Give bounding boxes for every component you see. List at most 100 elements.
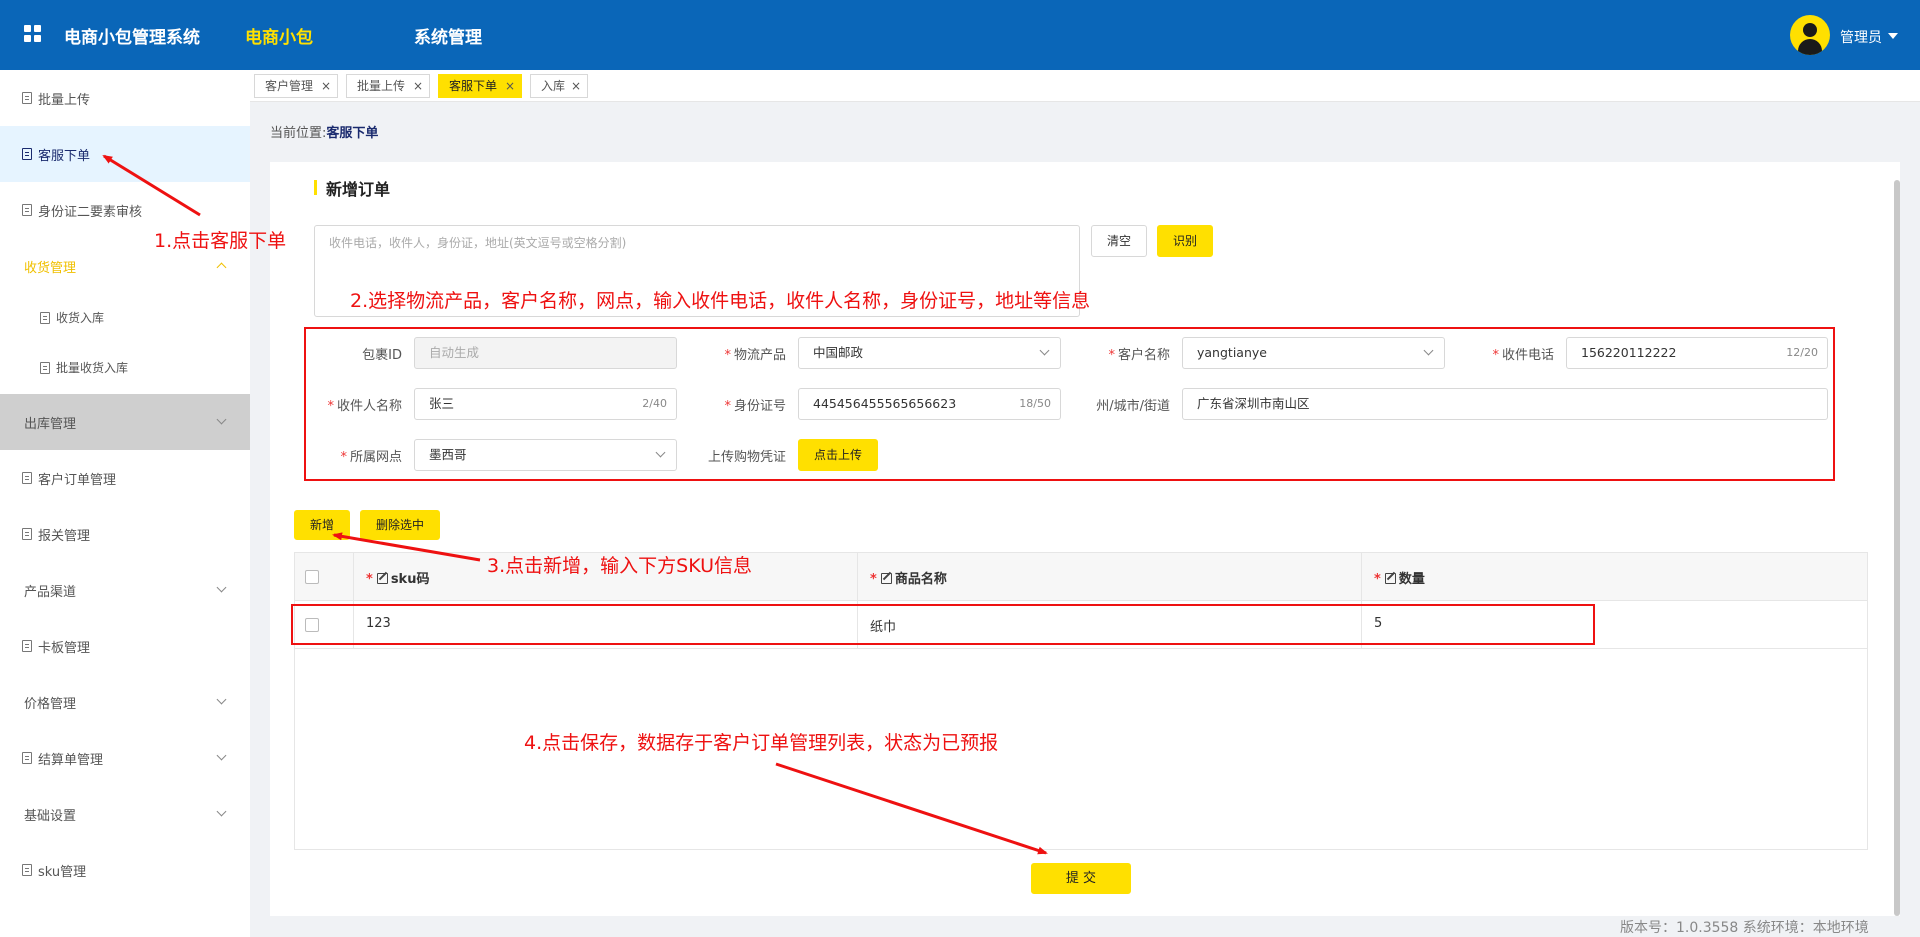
user-name[interactable]: 管理员	[1840, 27, 1882, 47]
tab-inbound[interactable]: 入库 ×	[530, 74, 588, 98]
close-icon[interactable]: ×	[505, 75, 515, 97]
sidebar-item-customer-orders[interactable]: 客户订单管理	[0, 450, 250, 506]
chevron-up-icon	[216, 262, 227, 273]
required-mark: *	[327, 399, 334, 414]
nav-system[interactable]: 系统管理	[414, 23, 482, 48]
version-footer: 版本号：1.0.3558 系统环境：本地环境	[1620, 920, 1869, 936]
close-icon[interactable]: ×	[321, 75, 331, 97]
required-mark: *	[724, 399, 731, 414]
delete-selected-button[interactable]: 删除选中	[360, 510, 440, 540]
row-checkbox[interactable]	[305, 618, 319, 632]
chevron-down-icon	[216, 414, 227, 425]
close-icon[interactable]: ×	[571, 75, 581, 97]
sidebar-group-outbound[interactable]: 出库管理	[0, 394, 250, 450]
sidebar-item-label: 收货入库	[56, 311, 105, 325]
select-value: 墨西哥	[429, 447, 467, 462]
id-number-input[interactable]: 445456455565656623 18/50	[798, 388, 1061, 420]
input-value: 广东省深圳市南山区	[1197, 396, 1310, 411]
label-text: 物流产品	[733, 348, 786, 363]
required-mark: *	[340, 450, 347, 465]
breadcrumb-prefix: 当前位置:	[270, 126, 327, 141]
add-sku-button[interactable]: 新增	[294, 510, 350, 540]
label-text: 所属网点	[349, 450, 402, 465]
sidebar-item-batch-upload[interactable]: 批量上传	[0, 70, 250, 126]
recognize-button[interactable]: 识别	[1157, 225, 1213, 257]
sidebar-item-pallet[interactable]: 卡板管理	[0, 618, 250, 674]
edit-icon	[376, 573, 388, 584]
user-avatar-icon[interactable]	[1790, 15, 1830, 55]
recipient-input[interactable]: 张三 2/40	[414, 388, 677, 420]
label-text: 身份证号	[733, 399, 786, 414]
breadcrumb-current: 客服下单	[326, 126, 379, 141]
app-grid-icon[interactable]	[24, 25, 42, 43]
product-select[interactable]: 中国邮政	[798, 337, 1061, 369]
scrollbar[interactable]	[1894, 180, 1900, 916]
table-row[interactable]: 123 纸巾 5	[295, 601, 1867, 649]
edit-icon	[22, 752, 32, 764]
document-icon	[40, 362, 50, 374]
sidebar-group-price[interactable]: 价格管理	[0, 674, 250, 730]
submit-button[interactable]: 提 交	[1031, 863, 1131, 894]
sidebar-item-label: 身份证二要素审核	[38, 205, 143, 220]
header-product-name: * 商品名称	[858, 553, 1362, 600]
customer-select[interactable]: yangtianye	[1182, 337, 1445, 369]
select-all-checkbox[interactable]	[305, 570, 319, 584]
document-icon	[22, 864, 32, 876]
required-mark: *	[724, 348, 731, 363]
address-label: 州/城市/街道	[1074, 395, 1170, 414]
sidebar-item-customs[interactable]: 报关管理	[0, 506, 250, 562]
chevron-down-icon	[216, 694, 227, 705]
cell-value: 123	[366, 616, 391, 631]
sidebar-item-sku[interactable]: sku管理	[0, 842, 250, 898]
label-text: 包裹ID	[362, 348, 402, 363]
tab-batch-upload[interactable]: 批量上传 ×	[346, 74, 430, 98]
sidebar-item-label: 产品渠道	[24, 585, 77, 600]
sidebar-item-batch-receive[interactable]: 批量收货入库	[0, 340, 250, 396]
upload-voucher-button[interactable]: 点击上传	[798, 439, 878, 471]
brand-title: 电商小包管理系统	[64, 28, 200, 48]
label-text: 上传购物凭证	[707, 450, 786, 465]
breadcrumb: 当前位置:客服下单	[270, 122, 378, 141]
chevron-down-icon	[1423, 345, 1434, 356]
sidebar-group-basic[interactable]: 基础设置	[0, 786, 250, 842]
input-value: 445456455565656623	[813, 396, 957, 411]
sidebar-item-label: 收货管理	[24, 261, 77, 276]
branch-select[interactable]: 墨西哥	[414, 439, 677, 471]
close-icon[interactable]: ×	[413, 75, 423, 97]
address-input[interactable]: 广东省深圳市南山区	[1182, 388, 1828, 420]
cell-sku[interactable]: 123	[354, 601, 858, 648]
document-icon	[22, 472, 32, 484]
clear-button[interactable]: 清空	[1091, 225, 1147, 257]
sidebar-group-channels[interactable]: 产品渠道	[0, 562, 250, 618]
document-icon	[22, 640, 32, 652]
label-text: 收件人名称	[336, 399, 402, 414]
tab-customer-manage[interactable]: 客户管理 ×	[254, 74, 338, 98]
nav-ecommerce[interactable]: 电商小包	[245, 23, 313, 48]
document-icon	[22, 204, 32, 216]
annotation-step-3: 3.点击新增，输入下方SKU信息	[487, 555, 753, 577]
sidebar-item-label: 批量收货入库	[56, 361, 129, 375]
cell-product-name[interactable]: 纸巾	[858, 601, 1362, 648]
sidebar-item-service-order[interactable]: 客服下单	[0, 126, 250, 182]
phone-input[interactable]: 156220112222 12/20	[1566, 337, 1828, 369]
select-value: yangtianye	[1197, 345, 1267, 360]
sidebar-group-settlement[interactable]: 结算单管理	[0, 730, 250, 786]
sidebar-item-receive-storage[interactable]: 收货入库	[0, 290, 250, 346]
tabs-bar: 客户管理 × 批量上传 × 客服下单 × 入库 ×	[250, 70, 1920, 102]
chevron-down-icon	[1039, 345, 1050, 356]
tab-service-order[interactable]: 客服下单 ×	[438, 74, 522, 98]
chevron-down-icon[interactable]	[1888, 33, 1898, 39]
cell-quantity[interactable]: 5	[1362, 601, 1867, 648]
edit-icon	[880, 573, 892, 584]
sidebar-item-label: 报关管理	[38, 529, 91, 544]
package-id-input[interactable]: 自动生成	[414, 337, 677, 369]
sidebar-item-label: 基础设置	[24, 809, 77, 824]
sidebar-item-label: 结算单管理	[38, 753, 104, 768]
phone-label: * 收件电话	[1468, 344, 1554, 363]
sidebar-item-label: 价格管理	[24, 697, 77, 712]
column-label: 商品名称	[894, 572, 947, 587]
char-counter: 18/50	[1019, 397, 1051, 410]
header-checkbox-cell	[295, 553, 354, 600]
voucher-label: 上传购物凭证	[686, 446, 786, 465]
column-label: sku码	[390, 572, 430, 587]
